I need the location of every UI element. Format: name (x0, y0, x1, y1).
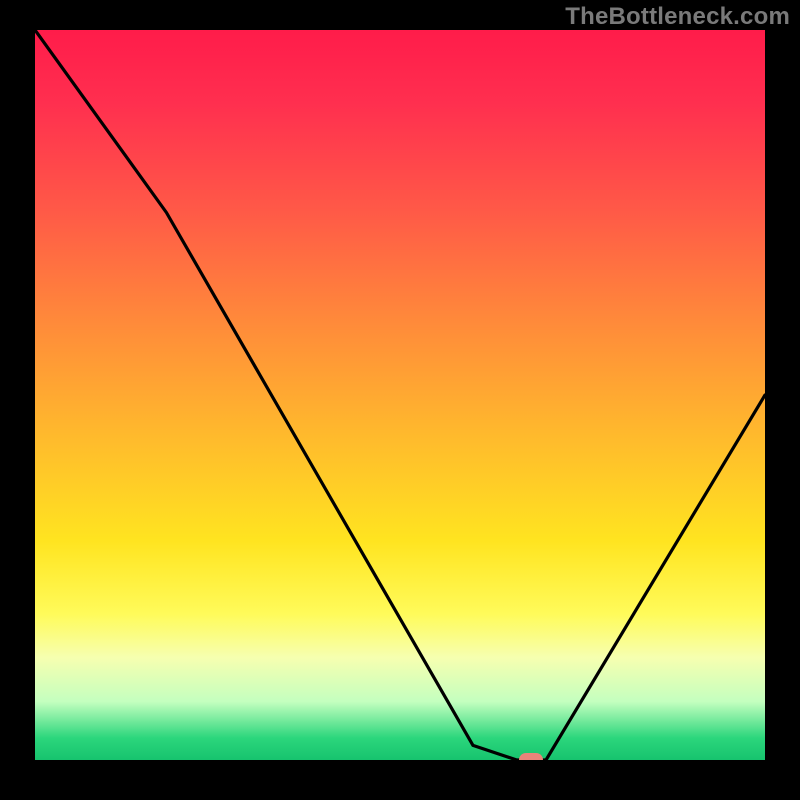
watermark-text: TheBottleneck.com (565, 3, 790, 31)
plot-area (35, 30, 765, 760)
bottleneck-curve (35, 30, 765, 760)
optimal-point-marker (519, 753, 543, 760)
chart-frame: TheBottleneck.com (0, 0, 800, 800)
curve-path (35, 30, 765, 760)
